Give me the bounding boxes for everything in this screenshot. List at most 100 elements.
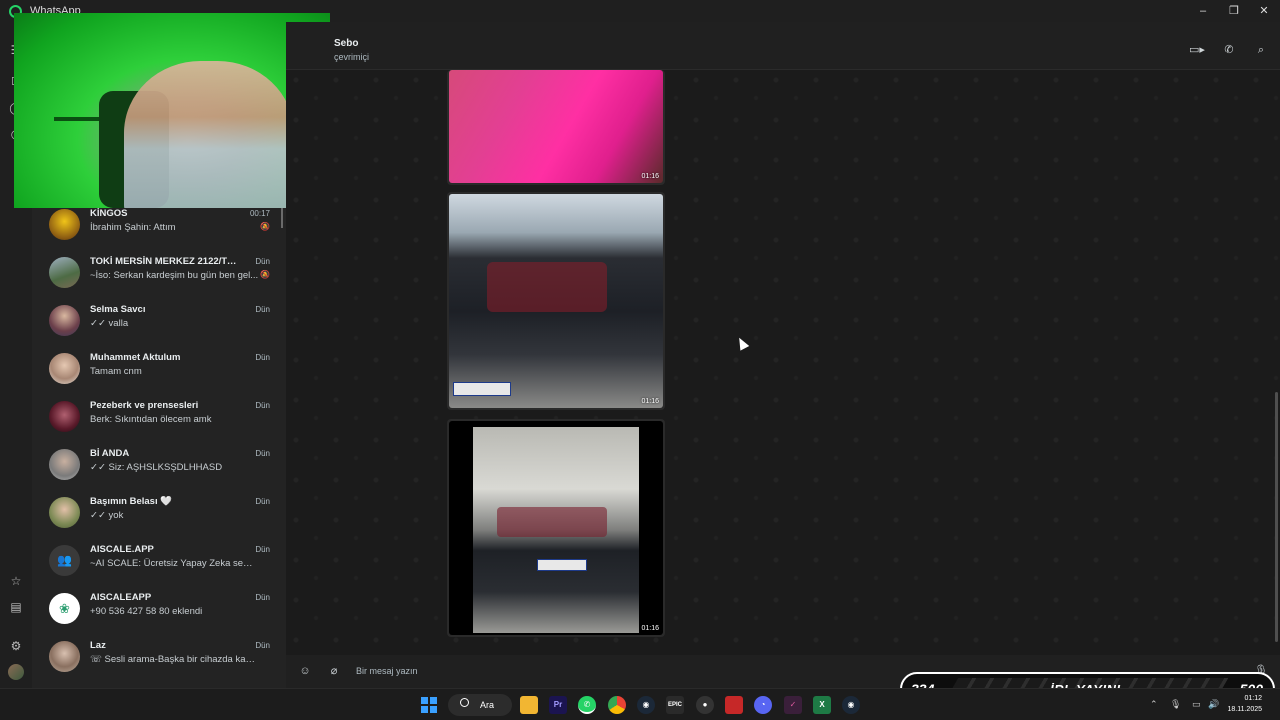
chat-item-laz[interactable]: Laz Dün ☏ Sesli arama-Başka bir cihazda … [32, 638, 286, 686]
chat-name: Pezeberk ve prensesleri [90, 400, 199, 411]
contact-status: çevrimiçi [334, 52, 369, 62]
chat-name: AISCALE.APP [90, 544, 154, 555]
streamer [124, 61, 294, 208]
chat-preview: İbrahim Şahin: Attım [90, 222, 176, 233]
chat-name: Bİ ANDA [90, 448, 130, 459]
chat-name: TOKİ MERSİN MERKEZ 2122/TOR... [90, 256, 240, 267]
chat-preview: ~İso: Serkan kardeşim bu gün ben gel... [90, 270, 259, 281]
avatar [49, 257, 80, 288]
video-thumbnail[interactable] [449, 70, 663, 183]
chat-item-muhammet-aktulum[interactable]: Muhammet Aktulum Dün Tamam cnm [32, 350, 286, 398]
profile-avatar[interactable] [8, 664, 24, 680]
epic-games-icon[interactable]: EPIC [666, 696, 684, 714]
voice-call-icon[interactable]: ✆ [1221, 42, 1237, 58]
avatar [49, 353, 80, 384]
chat-time: Dün [255, 257, 270, 266]
chat-time: 00:17 [249, 209, 270, 218]
whatsapp-icon[interactable]: ✆ [578, 696, 596, 714]
app-icon[interactable]: ✓ [784, 696, 802, 714]
chat-item-toki-mersin[interactable]: TOKİ MERSİN MERKEZ 2122/TOR... Dün ~İso:… [32, 254, 286, 302]
chat-item-pezeberk[interactable]: Pezeberk ve prensesleri Dün Berk: Sıkınt… [32, 398, 286, 446]
game-app-icon[interactable]: ● [696, 696, 714, 714]
chat-name: Selma Savcı [90, 304, 146, 315]
clock-date: 18.11.2025 [1227, 706, 1262, 713]
avatar [49, 449, 80, 480]
muted-bell-icon: 🔕 [260, 222, 270, 231]
display-tray-icon[interactable]: ▭ [1192, 699, 1201, 710]
license-plate [537, 559, 587, 571]
video-call-icon[interactable]: ▭▸ [1189, 42, 1205, 58]
video-message[interactable]: 01:16 [447, 419, 665, 637]
muted-bell-icon: 🔕 [260, 270, 270, 279]
chat-name: Başımın Belası 🤍 [90, 496, 173, 507]
chat-preview: Tamam cnm [90, 366, 142, 377]
steam-2-icon[interactable]: ◉ [842, 696, 860, 714]
video-duration: 01:16 [641, 173, 659, 180]
taskbar-clock[interactable]: 01:12 18.11.2025 [1227, 693, 1262, 715]
chat-scrollbar[interactable] [1275, 392, 1278, 642]
avatar [49, 497, 80, 528]
maximize-button[interactable]: ❐ [1226, 3, 1242, 19]
microphone-tray-icon[interactable]: 🎙 [1170, 699, 1181, 710]
search-label: Ara [480, 700, 495, 710]
chat-time: Dün [255, 401, 270, 410]
discord-icon[interactable]: ◔ [754, 696, 772, 714]
chat-name: AISCALEAPP [90, 592, 152, 603]
chat-time: Dün [255, 593, 270, 602]
video-duration: 01:16 [641, 398, 659, 405]
archive-icon[interactable]: ▤ [8, 599, 24, 615]
chat-preview: ✓✓ Siz: AŞHSLKSŞDLHHASD [90, 462, 223, 473]
chat-time: Dün [255, 353, 270, 362]
avatar [49, 305, 80, 336]
excel-icon[interactable]: X [813, 696, 831, 714]
emoji-icon[interactable]: ☺ [298, 664, 312, 678]
clock-time: 01:12 [1244, 695, 1262, 702]
chat-time: Dün [255, 497, 270, 506]
chat-preview: Berk: Sıkıntıdan ölecem amk [90, 414, 212, 425]
chat-item-aiscale-app[interactable]: 👥 AISCALE.APP Dün ~AI SCALE: Ücretsiz Ya… [32, 542, 286, 590]
steam-icon[interactable]: ◉ [637, 696, 655, 714]
video-message[interactable]: 01:16 [447, 70, 665, 185]
shelf [54, 117, 104, 121]
contact-name[interactable]: Sebo [334, 38, 358, 49]
premiere-icon[interactable]: Pr [549, 696, 567, 714]
webcam-overlay [14, 13, 330, 208]
windows-start-icon[interactable] [420, 696, 438, 714]
windows-taskbar: Ara Pr ✆ ◉ EPIC ● ◔ ✓ X ◉ ⌃ 🎙 ▭ 🔊 01:12 … [0, 688, 1280, 720]
chat-preview: ~AI SCALE: Ücretsiz Yapay Zeka semine... [90, 558, 260, 569]
video-message[interactable]: 01:16 [447, 192, 665, 410]
chat-item-kingos[interactable]: KİNGOS 00:17 İbrahim Şahin: Attım 🔕 [32, 206, 286, 254]
chat-header[interactable]: Sebo çevrimiçi ▭▸ ✆ ⌕ [286, 22, 1280, 70]
chat-item-basimin-belasi[interactable]: Başımın Belası 🤍 Dün ✓✓ yok [32, 494, 286, 542]
search-icon [460, 698, 469, 707]
minimize-button[interactable]: – [1195, 3, 1211, 19]
close-button[interactable]: ✕ [1256, 3, 1272, 19]
chat-name: Laz [90, 640, 106, 651]
chat-name: Muhammet Aktulum [90, 352, 181, 363]
tray-overflow-icon[interactable]: ⌃ [1150, 699, 1158, 710]
search-icon[interactable]: ⌕ [1253, 42, 1269, 58]
chat-messages-area: 01:16 01:16 01:16 [286, 70, 1280, 655]
chat-item-aiscaleapp[interactable]: ❀ AISCALEAPP Dün +90 536 427 58 80 eklen… [32, 590, 286, 638]
chat-item-bi-anda[interactable]: Bİ ANDA Dün ✓✓ Siz: AŞHSLKSŞDLHHASD [32, 446, 286, 494]
attach-icon[interactable]: ⌀ [327, 664, 341, 678]
chat-time: Dün [255, 305, 270, 314]
chat-preview: ✓✓ yok [90, 510, 124, 521]
file-explorer-icon[interactable] [520, 696, 538, 714]
chat-preview: +90 536 427 58 80 eklendi [90, 606, 203, 617]
avatar [49, 401, 80, 432]
video-editor-icon[interactable] [725, 696, 743, 714]
chat-time: Dün [255, 545, 270, 554]
settings-icon[interactable]: ⚙ [8, 638, 24, 654]
chat-item-selma-savci[interactable]: Selma Savcı Dün ✓✓ valla [32, 302, 286, 350]
chat-time: Dün [255, 449, 270, 458]
taskbar-search[interactable]: Ara [448, 694, 512, 716]
chat-time: Dün [255, 641, 270, 650]
chrome-icon[interactable] [608, 696, 626, 714]
car-interior [487, 262, 607, 312]
message-input[interactable] [356, 663, 896, 679]
avatar [49, 641, 80, 672]
avatar [49, 209, 80, 240]
starred-icon[interactable]: ☆ [8, 573, 24, 589]
volume-tray-icon[interactable]: 🔊 [1208, 699, 1219, 710]
